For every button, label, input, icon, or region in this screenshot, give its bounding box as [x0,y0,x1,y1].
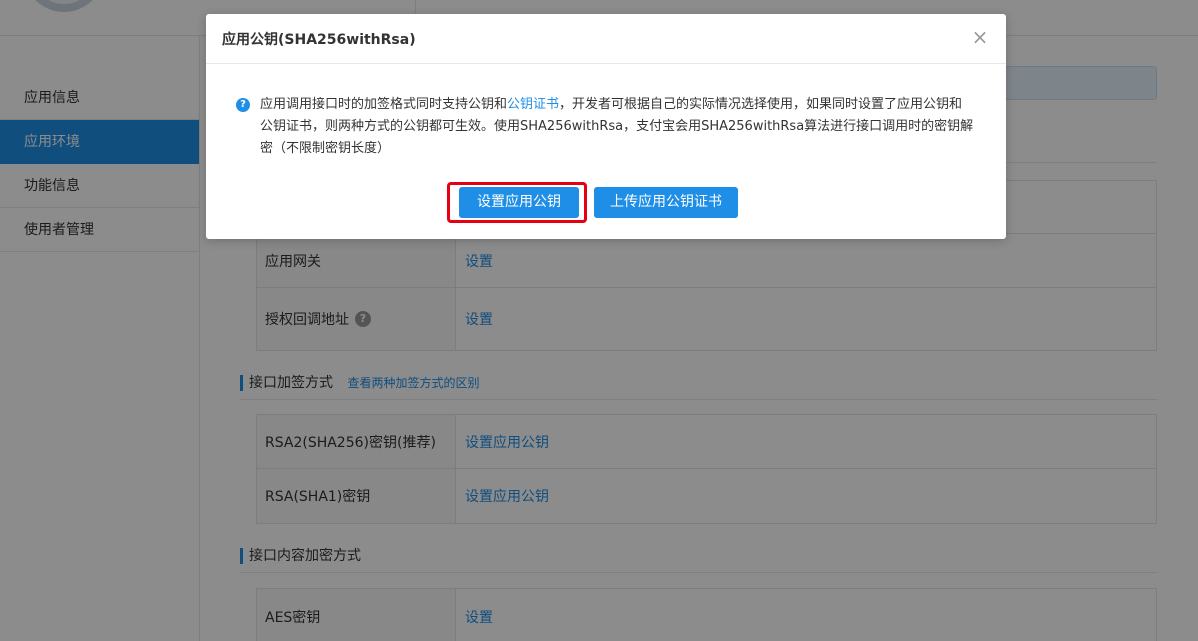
info-icon: ? [236,98,250,112]
upload-cert-button[interactable]: 上传应用公钥证书 [594,187,738,218]
dialog-header: 应用公钥(SHA256withRsa) [206,14,1006,64]
message-text-1: 应用调用接口时的加签格式同时支持公钥和 [260,97,508,112]
dialog-message: 应用调用接口时的加签格式同时支持公钥和公钥证书，开发者可根据自己的实际情况选择使… [260,94,974,160]
public-key-cert-link[interactable]: 公钥证书 [507,97,559,112]
dialog-actions: 设置应用公钥 上传应用公钥证书 [206,182,1006,223]
set-public-key-button[interactable]: 设置应用公钥 [459,187,579,218]
dialog-title: 应用公钥(SHA256withRsa) [222,31,416,48]
public-key-dialog: 应用公钥(SHA256withRsa) × ? 应用调用接口时的加签格式同时支持… [206,14,1006,239]
close-icon[interactable]: × [970,27,990,47]
dialog-body: ? 应用调用接口时的加签格式同时支持公钥和公钥证书，开发者可根据自己的实际情况选… [206,64,1006,160]
